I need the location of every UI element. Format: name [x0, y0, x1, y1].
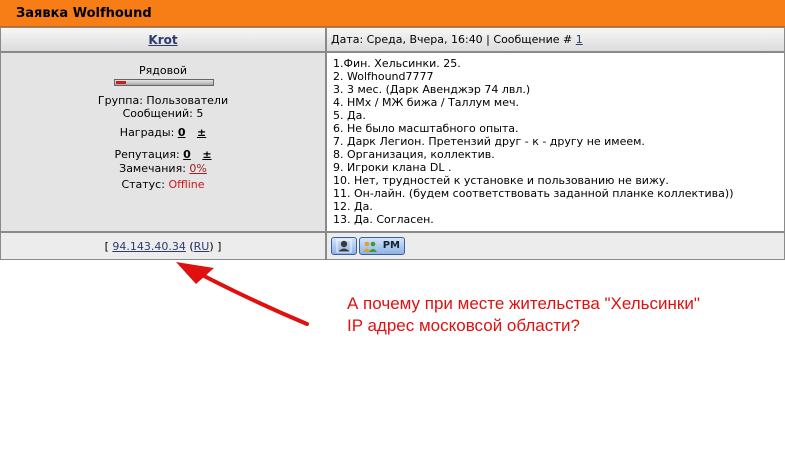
post-line: 1.Фин. Хельсинки. 25.: [333, 57, 461, 70]
post-content: 1.Фин. Хельсинки. 25. 2. Wolfhound7777 3…: [326, 52, 785, 232]
post-line: 6. Не было масштабного опыта.: [333, 122, 519, 135]
post-actions: PM: [326, 232, 785, 260]
arrow-head: [176, 262, 214, 284]
annotation-line-2: IP адрес московсой области?: [347, 316, 580, 335]
annotation-text: А почему при месте жительства "Хельсинки…: [347, 293, 777, 337]
ip-bracket-close: ]: [217, 240, 222, 253]
pm-button-label: PM: [382, 240, 400, 251]
post-author-header: Krot: [0, 27, 326, 52]
author-link[interactable]: Krot: [148, 33, 177, 47]
post-line: 9. Игроки клана DL .: [333, 161, 452, 174]
awards-change-button[interactable]: ±: [197, 126, 206, 139]
warnings-level-link[interactable]: 0%: [189, 162, 206, 175]
post-line: 8. Организация, коллектив.: [333, 148, 495, 161]
post-date-header: Дата: Среда, Вчера, 16:40 | Сообщение # …: [326, 27, 785, 52]
user-group: Группа: Пользователи: [97, 94, 229, 107]
arrow-shaft: [183, 264, 309, 326]
country-code-link[interactable]: RU: [194, 240, 210, 253]
user-post-count: Сообщений: 5: [122, 107, 204, 120]
rank-progress-fill: [116, 81, 126, 84]
post-line: 3. 3 мес. (Дарк Авенджэр 74 лвл.): [333, 83, 531, 96]
user-rank: Рядовой: [139, 64, 187, 77]
reputation-label: Репутация:: [114, 148, 180, 161]
awards-count-link[interactable]: 0: [178, 126, 186, 139]
reputation-count-link[interactable]: 0: [183, 148, 191, 161]
post-line: 4. HMx / МЖ бижа / Таллум меч.: [333, 96, 519, 109]
awards-label: Награды:: [119, 126, 175, 139]
users-icon: [363, 241, 377, 252]
message-number-link[interactable]: 1: [576, 33, 583, 46]
warnings-label: Замечания:: [119, 162, 186, 175]
post-line: 11. Он-лайн. (будем соответствовать зада…: [333, 187, 734, 200]
awards-row: Награды: 0 ±: [1, 126, 325, 139]
forum-thread-title: Заявка Wolfhound: [0, 0, 785, 27]
post-line: 2. Wolfhound7777: [333, 70, 434, 83]
post-date: Дата: Среда, Вчера, 16:40 | Сообщение #: [331, 33, 573, 46]
post-line: 13. Да. Согласен.: [333, 213, 434, 226]
private-message-button[interactable]: PM: [359, 237, 405, 255]
status-badge: Offline: [168, 178, 205, 191]
reputation-change-button[interactable]: ±: [202, 148, 211, 161]
post-line: 5. Да.: [333, 109, 366, 122]
ip-bracket-open: [: [104, 240, 109, 253]
forum-post: Krot Дата: Среда, Вчера, 16:40 | Сообщен…: [0, 27, 785, 261]
user-profile-button[interactable]: [331, 237, 357, 255]
post-line: 12. Да.: [333, 200, 373, 213]
user-profile-icon: [336, 239, 352, 253]
reputation-row: Репутация: 0 ±: [1, 148, 325, 161]
post-line: 7. Дарк Легион. Претензий друг - к - дру…: [333, 135, 645, 148]
annotation-line-1: А почему при месте жительства "Хельсинки…: [347, 294, 700, 313]
ip-address-link[interactable]: 94.143.40.34: [112, 240, 185, 253]
rank-progress-bar: [114, 79, 214, 86]
status-label: Статус:: [121, 178, 165, 191]
post-line: 10. Нет, трудностей к установке и пользо…: [333, 174, 669, 187]
post-ip-info: [ 94.143.40.34 (RU) ]: [0, 232, 326, 260]
author-profile-panel: Рядовой Группа: Пользователи Сообщений: …: [0, 52, 326, 232]
country-paren-close: ): [209, 240, 214, 253]
warnings-row: Замечания: 0%: [1, 162, 325, 175]
status-row: Статус: Offline: [1, 178, 325, 191]
